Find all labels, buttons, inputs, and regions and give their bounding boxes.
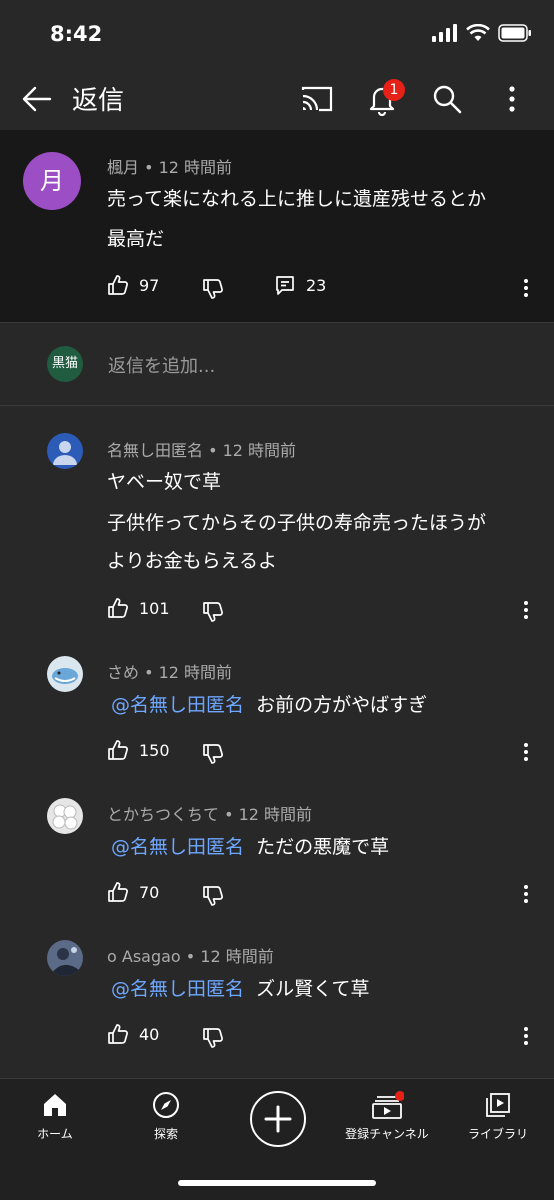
comment-text: お前の方がやばすぎ [256,694,428,716]
like-button[interactable]: 150 [107,739,170,761]
thumbs-down-icon[interactable] [202,743,224,765]
nav-label: ホーム [37,1127,73,1141]
like-button[interactable]: 70 [107,881,159,903]
photo-avatar-icon [51,947,79,976]
thumbs-up-icon [108,598,128,618]
nav-explore[interactable]: 探索 [116,1091,216,1142]
comment-more-icon[interactable] [523,600,529,620]
shark-avatar-icon [52,668,78,684]
thumbs-up-icon [108,1024,128,1044]
comment-text-line: ヤベー奴で草 [107,471,222,493]
battery-icon [498,24,531,42]
avatar[interactable] [47,656,83,692]
compass-icon [153,1092,179,1118]
create-button[interactable] [250,1091,306,1147]
nav-label: ライブラリ [467,1127,528,1141]
nav-subscriptions[interactable]: 登録チャンネル [337,1091,437,1142]
comment-text-line: @名無し田匿名 ただの悪魔で草 [111,832,389,859]
notification-badge: 1 [383,79,405,101]
mention-link[interactable]: @名無し田匿名 [111,978,244,1000]
avatar[interactable]: 月 [23,152,81,210]
status-bar: 8:42 [0,0,554,70]
like-button[interactable]: 40 [107,1023,159,1045]
more-options-icon[interactable] [495,82,529,116]
comment-text-line: @名無し田匿名 ズル賢くて草 [111,974,370,1001]
home-indicator [178,1180,376,1186]
thumbs-down-icon[interactable] [202,885,224,907]
nav-label: 登録チャンネル [345,1127,429,1141]
page-title: 返信 [72,86,125,116]
cast-icon[interactable] [300,82,334,116]
status-icons [432,24,532,42]
reply-count-button[interactable]: 23 [274,274,326,296]
comment-meta: 名無し田匿名 • 12 時間前 [107,441,297,460]
like-count: 150 [139,740,170,760]
mention-link[interactable]: @名無し田匿名 [111,694,244,716]
thumbs-down-icon[interactable] [202,278,224,300]
add-reply-bar[interactable]: 黒猫 返信を追加... [0,323,554,405]
avatar[interactable] [47,433,83,469]
comment-text: ただの悪魔で草 [256,836,390,858]
parent-comment: 月 楓月 • 12 時間前 売って楽になれる上に推しに遺産残せるとか 最高だ 9… [0,130,554,322]
default-user-icon [53,441,77,465]
thumbs-up-icon [108,882,128,902]
comment-text-line: 最高だ [107,228,165,250]
like-count: 70 [139,882,160,902]
subscriptions-icon [372,1091,404,1119]
library-icon [486,1093,510,1117]
comment-icon [276,276,294,295]
status-time: 8:42 [50,22,103,46]
thumbs-up-icon [108,275,128,295]
like-button[interactable]: 97 [107,274,159,296]
like-count: 97 [139,275,160,295]
like-count: 101 [139,598,170,618]
divider [0,405,554,406]
reply-count: 23 [306,275,327,295]
comment-more-icon[interactable] [523,278,529,298]
comment-meta: とかちつくちて • 12 時間前 [107,805,313,824]
search-icon[interactable] [430,82,464,116]
comment-text-line: よりお金もらえるよ [107,550,278,572]
comment-meta: さめ • 12 時間前 [107,663,233,682]
mention-link[interactable]: @名無し田匿名 [111,836,244,858]
back-arrow-icon[interactable] [20,82,54,116]
home-icon [44,1094,66,1116]
comment-text-line: 子供作ってからその子供の寿命売ったほうが [107,512,487,534]
comment-meta: o Asagao • 12 時間前 [107,947,274,966]
comment-text: ズル賢くて草 [256,978,370,1000]
top-app-bar: 返信 1 [0,70,554,130]
thumbs-up-icon [108,740,128,760]
plus-icon [264,1105,292,1133]
signal-icon [432,24,457,42]
comment-more-icon[interactable] [523,742,529,762]
comment-text-line: @名無し田匿名 お前の方がやばすぎ [111,690,427,717]
avatar: 黒猫 [47,346,83,382]
avatar[interactable] [47,940,83,976]
nav-label: 探索 [153,1127,178,1141]
comment-more-icon[interactable] [523,1026,529,1046]
comment-text-line: 売って楽になれる上に推しに遺産残せるとか [107,188,487,210]
thumbs-down-icon[interactable] [202,601,224,623]
nav-library[interactable]: ライブラリ [448,1091,548,1142]
like-button[interactable]: 101 [107,597,170,619]
rice-balls-avatar-icon [52,804,78,830]
avatar[interactable] [47,798,83,834]
add-reply-input[interactable]: 返信を追加... [108,352,215,378]
wifi-icon [466,24,490,41]
like-count: 40 [139,1024,160,1044]
nav-home[interactable]: ホーム [5,1091,105,1142]
comment-meta: 楓月 • 12 時間前 [107,158,233,177]
thumbs-down-icon[interactable] [202,1027,224,1049]
comment-more-icon[interactable] [523,884,529,904]
